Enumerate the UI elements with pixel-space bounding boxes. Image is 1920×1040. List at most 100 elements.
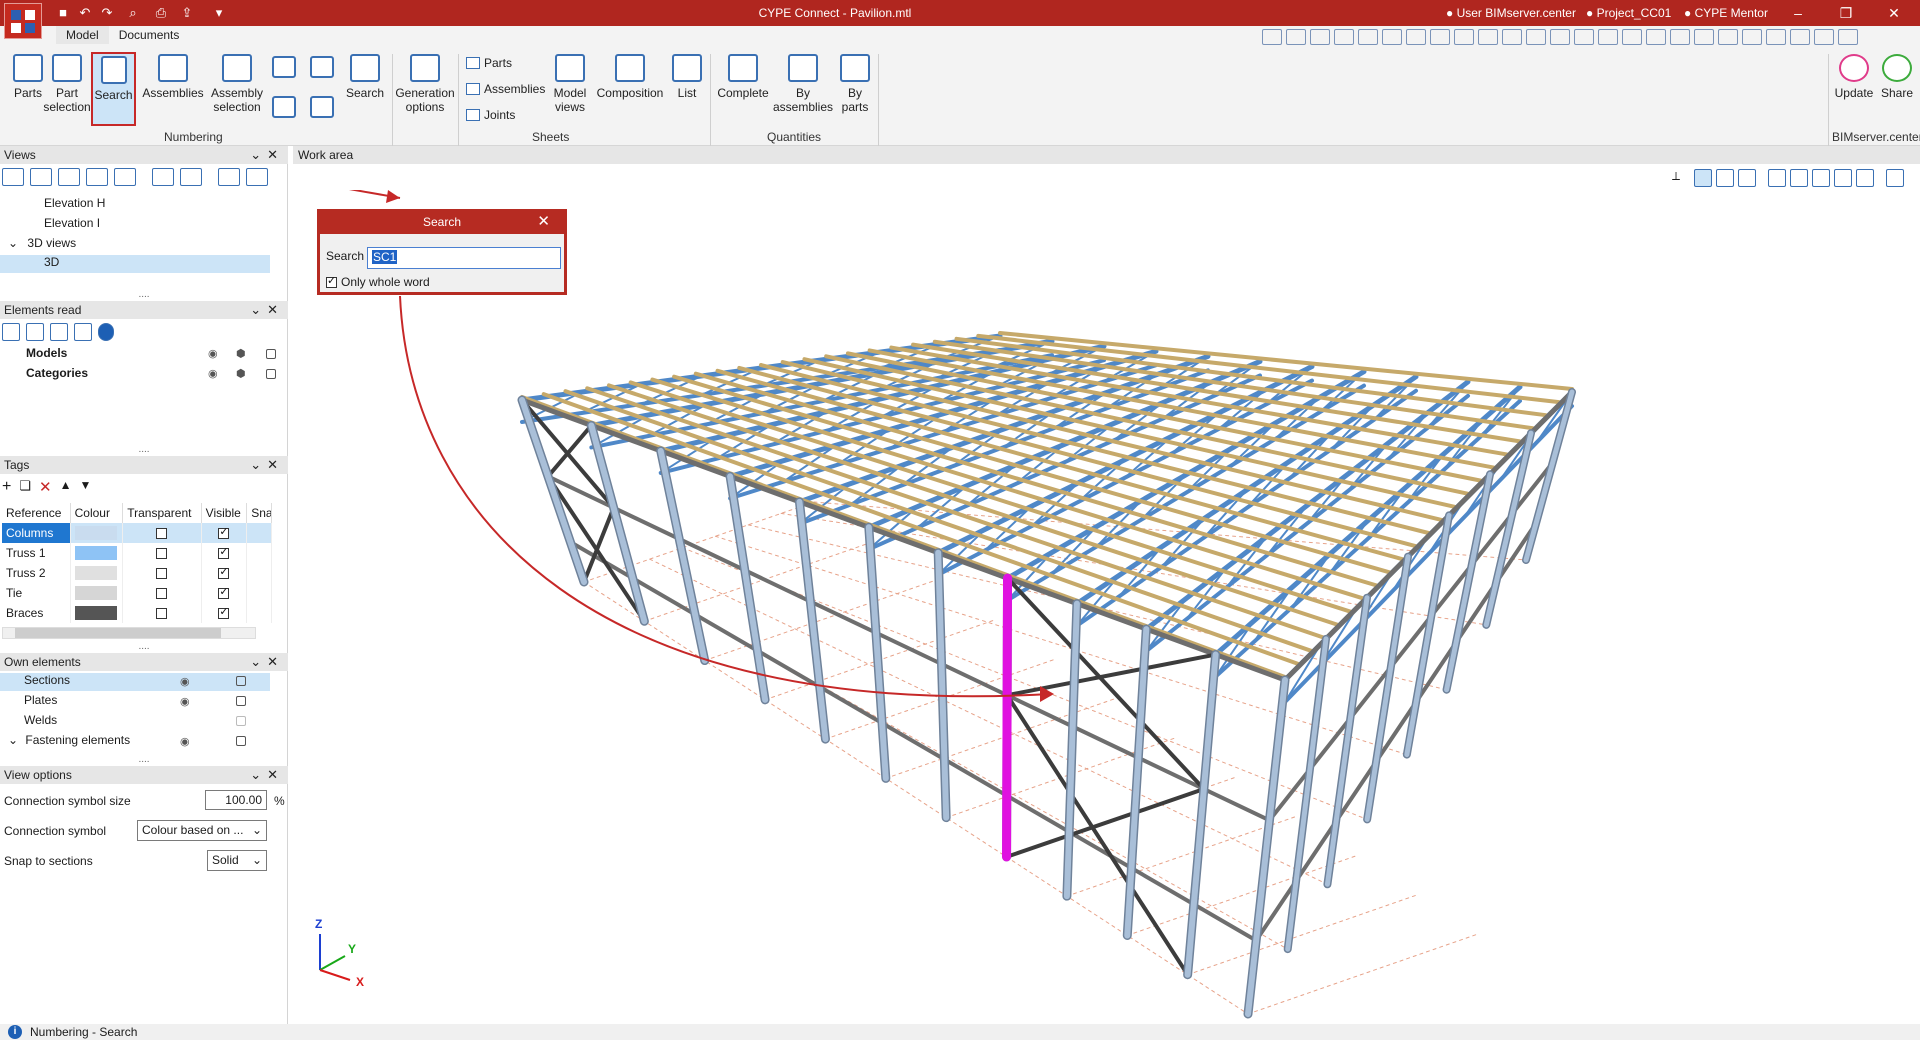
view-item-3d[interactable]: 3D — [0, 255, 270, 273]
column-header[interactable]: Snap — [246, 503, 272, 523]
by-assemblies-button[interactable]: By assemblies — [772, 52, 834, 126]
restore-icon[interactable]: ❐ — [1836, 3, 1856, 23]
toolbar-icon[interactable] — [1262, 29, 1282, 45]
copy-view-icon[interactable] — [58, 168, 80, 186]
tab-documents[interactable]: Documents — [109, 26, 190, 44]
table-row[interactable]: Tie — [2, 583, 272, 603]
tag-reference[interactable]: Truss 2 — [2, 563, 71, 583]
tab-model[interactable]: Model — [56, 26, 109, 44]
table-row[interactable]: Columns — [2, 523, 272, 543]
visible-checkbox[interactable] — [218, 565, 230, 580]
elements-categories-item[interactable]: Categories — [26, 366, 88, 380]
list-button[interactable]: List — [668, 52, 706, 126]
sheets-parts-button[interactable]: Parts — [466, 56, 512, 70]
part-selection-button[interactable]: Part selection — [38, 52, 96, 126]
column-header[interactable]: Reference — [2, 503, 71, 523]
colour-swatch[interactable] — [74, 586, 117, 600]
panel-resize-grip[interactable]: .... — [0, 755, 288, 765]
column-header[interactable]: Colour — [70, 503, 124, 523]
own-item-fastening[interactable]: ⌄ Fastening elements — [8, 733, 130, 747]
view-group-3d-views[interactable]: ⌄ 3D views — [8, 236, 76, 250]
camera-icon[interactable] — [152, 168, 174, 186]
update-button[interactable]: Update — [1830, 52, 1878, 126]
assembly-selection-button[interactable]: Assembly selection — [206, 52, 268, 126]
toolbar-icon[interactable] — [1718, 29, 1738, 45]
toolbar-icon[interactable] — [1646, 29, 1666, 45]
only-whole-word-option[interactable]: Only whole word — [326, 274, 430, 289]
toolbar-icon[interactable] — [1790, 29, 1810, 45]
by-parts-button[interactable]: By parts — [834, 52, 876, 126]
delete-tag-icon[interactable]: ✕ — [39, 478, 52, 496]
tag-reference[interactable]: Tie — [2, 583, 71, 603]
tag-snap[interactable] — [246, 603, 272, 623]
colour-swatch[interactable] — [74, 566, 117, 580]
generation-options-button[interactable]: Generation options — [394, 52, 456, 126]
tag-reference[interactable]: Columns — [2, 523, 71, 543]
visible-checkbox[interactable] — [218, 545, 230, 560]
only-whole-word-checkbox[interactable] — [326, 274, 337, 288]
visible-checkbox[interactable] — [218, 585, 230, 600]
eye-icon[interactable]: ◉ — [180, 675, 190, 688]
tag-colour[interactable] — [70, 543, 124, 563]
horizontal-scrollbar[interactable] — [2, 627, 256, 639]
cube-icon[interactable] — [1834, 169, 1852, 187]
panel-controls[interactable]: ⌄✕ — [250, 654, 284, 670]
model-cube-icon[interactable]: ⬢ — [236, 347, 246, 360]
view-item-elevation-h[interactable]: Elevation H — [44, 196, 105, 210]
lock-icon[interactable] — [266, 349, 276, 359]
toolbar-icon[interactable] — [1742, 29, 1762, 45]
cype-logo[interactable] — [4, 3, 42, 39]
complete-button[interactable]: Complete — [712, 52, 774, 126]
panel-resize-grip[interactable]: .... — [0, 642, 288, 652]
tag-colour[interactable] — [70, 523, 124, 543]
scroll-thumb[interactable] — [15, 628, 221, 638]
add-tag-icon[interactable]: + — [2, 478, 11, 496]
section-icon[interactable] — [1790, 169, 1808, 187]
grid-3d-icon[interactable] — [218, 168, 240, 186]
lock-icon[interactable] — [236, 716, 246, 726]
tag-colour[interactable] — [70, 563, 124, 583]
tag-colour[interactable] — [70, 583, 124, 603]
structure-3d-model[interactable]: Z Y X — [111, 109, 1920, 1024]
add-view-icon[interactable] — [2, 168, 24, 186]
toolbar-icon[interactable] — [1286, 29, 1306, 45]
eye-icon[interactable]: ◉ — [180, 695, 190, 708]
toolbar-icon[interactable] — [1382, 29, 1402, 45]
assemblies-button[interactable]: Assemblies — [142, 52, 204, 126]
move-up-icon[interactable]: ▲ — [60, 478, 72, 496]
connection-symbol-size-input[interactable]: 100.00 — [205, 790, 267, 810]
own-item-sections[interactable]: Sections — [0, 673, 270, 691]
lock-icon[interactable] — [236, 736, 246, 746]
tag-snap[interactable] — [246, 523, 272, 543]
colour-swatch[interactable] — [74, 526, 117, 540]
toolbar-icon[interactable] — [1334, 29, 1354, 45]
layers-icon[interactable] — [1768, 169, 1786, 187]
toolbar-icon[interactable] — [1766, 29, 1786, 45]
collapse-icon[interactable] — [26, 323, 44, 341]
panel-resize-grip[interactable]: .... — [0, 290, 288, 300]
anchor-icon[interactable] — [1738, 169, 1756, 187]
small-tool-3[interactable] — [268, 94, 300, 126]
grid-settings-icon[interactable] — [246, 168, 268, 186]
panel-controls[interactable]: ⌄✕ — [250, 767, 284, 783]
panel-resize-grip[interactable]: .... — [0, 445, 288, 455]
3d-mode-icon[interactable] — [1886, 169, 1904, 187]
composition-button[interactable]: Composition — [594, 52, 666, 126]
table-row[interactable]: Truss 1 — [2, 543, 272, 563]
toolbar-icon[interactable] — [1478, 29, 1498, 45]
eye-icon[interactable]: ◉ — [180, 735, 190, 748]
camera-refresh-icon[interactable] — [180, 168, 202, 186]
toolbar-icon[interactable] — [1814, 29, 1834, 45]
panel-controls[interactable]: ⌄✕ — [250, 457, 284, 473]
toolbar-icon[interactable] — [1574, 29, 1594, 45]
lock-icon[interactable] — [236, 696, 246, 706]
toolbar-icon[interactable] — [1526, 29, 1546, 45]
tag-snap[interactable] — [246, 583, 272, 603]
link-icon[interactable] — [74, 323, 92, 341]
tag-reference[interactable]: Truss 1 — [2, 543, 71, 563]
close-icon[interactable]: ✕ — [537, 212, 550, 232]
table-row[interactable]: Truss 2 — [2, 563, 272, 583]
panel-controls[interactable]: ⌄✕ — [250, 147, 284, 163]
toolbar-icon[interactable] — [1358, 29, 1378, 45]
transparent-checkbox[interactable] — [156, 548, 168, 560]
